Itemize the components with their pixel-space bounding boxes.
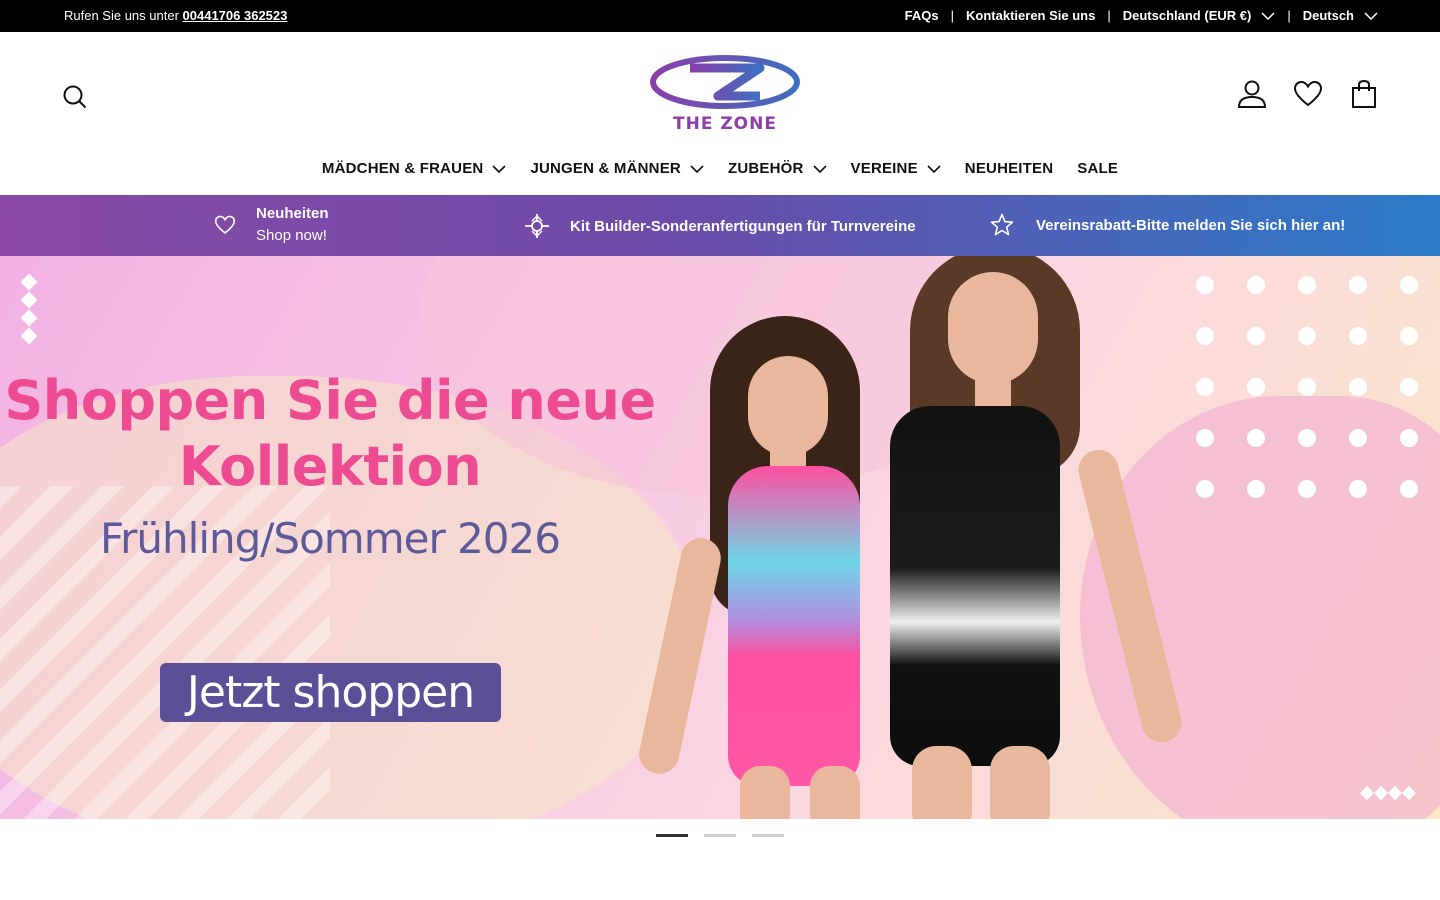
hero-headline: Shoppen Sie die neue Kollektion	[0, 368, 660, 500]
promo-text: Vereinsrabatt-Bitte melden Sie sich hier…	[1036, 216, 1346, 234]
top-utility-bar: Rufen Sie uns unter 00441706 362523 FAQs…	[0, 0, 1440, 32]
contact-link[interactable]: Kontaktieren Sie uns	[966, 8, 1095, 23]
currency-label: Deutschland (EUR €)	[1122, 8, 1252, 23]
account-button[interactable]	[1234, 76, 1270, 112]
site-header: THE ZONE MÄDCHEN & FRAUEN JUNGEN & MÄNNE…	[0, 32, 1440, 194]
slider-indicators	[656, 834, 784, 837]
chevron-down-icon	[927, 164, 941, 173]
nav-item-new[interactable]: NEUHEITEN	[965, 160, 1053, 177]
logo-text: THE ZONE	[673, 114, 777, 134]
promo-text: Kit Builder-Sonderanfertigungen für Turn…	[570, 217, 916, 235]
headline-line1: Shoppen Sie die neue	[4, 369, 656, 432]
utility-links: FAQs | Kontaktieren Sie uns | Deutschlan…	[905, 8, 1378, 23]
promo-text: Neuheiten Shop now!	[256, 203, 329, 247]
heart-icon	[1293, 80, 1323, 107]
nav-label: MÄDCHEN & FRAUEN	[321, 160, 484, 177]
hero-season: Frühling/Sommer 2026	[100, 514, 561, 563]
separator: |	[1287, 8, 1291, 23]
nav-item-clubs[interactable]: VEREINE	[851, 160, 941, 177]
kit-builder-icon	[525, 214, 549, 238]
nav-item-girls-women[interactable]: MÄDCHEN & FRAUEN	[322, 160, 507, 177]
search-button[interactable]	[58, 80, 92, 114]
decorative-diamonds	[20, 273, 40, 348]
promo-strip: Neuheiten Shop now! Kit Builder-Sonderan…	[0, 195, 1440, 256]
language-selector[interactable]: Deutsch	[1303, 8, 1378, 23]
site-logo[interactable]: THE ZONE	[648, 54, 802, 136]
main-navigation: MÄDCHEN & FRAUEN JUNGEN & MÄNNER ZUBEHÖR…	[0, 160, 1440, 177]
chevron-down-icon	[690, 164, 704, 173]
shop-now-button[interactable]: Jetzt shoppen	[160, 663, 501, 722]
nav-label: JUNGEN & MÄNNER	[530, 160, 681, 177]
phone-link[interactable]: 00441706 362523	[183, 8, 288, 23]
phone-prefix: Rufen Sie uns unter	[64, 8, 179, 23]
nav-item-boys-men[interactable]: JUNGEN & MÄNNER	[530, 160, 704, 177]
nav-item-sale[interactable]: SALE	[1077, 160, 1118, 177]
chevron-down-icon	[812, 164, 827, 173]
separator: |	[950, 8, 955, 23]
bag-icon	[1352, 79, 1376, 108]
headline-line2: Kollektion	[178, 435, 482, 498]
chevron-down-icon	[1364, 11, 1378, 20]
nav-label: SALE	[1077, 160, 1119, 177]
separator: |	[1107, 8, 1111, 23]
slide-indicator-2[interactable]	[704, 834, 736, 837]
account-icon	[1237, 80, 1267, 108]
hero-banner[interactable]: Shoppen Sie die neue Kollektion Frühling…	[0, 256, 1440, 819]
model-figure-right	[860, 256, 1186, 819]
promo-club-discount[interactable]: Vereinsrabatt-Bitte melden Sie sich hier…	[990, 213, 1345, 237]
star-icon	[990, 213, 1014, 236]
nav-label: NEUHEITEN	[964, 160, 1054, 177]
search-icon	[63, 85, 87, 109]
promo-new-arrivals[interactable]: Neuheiten Shop now!	[214, 203, 329, 247]
promo-subtitle: Shop now!	[256, 227, 327, 244]
phone-info: Rufen Sie uns unter 00441706 362523	[64, 8, 287, 23]
nav-label: VEREINE	[850, 160, 918, 177]
language-label: Deutsch	[1302, 8, 1354, 23]
slide-indicator-1[interactable]	[656, 834, 688, 837]
cart-button[interactable]	[1346, 76, 1382, 112]
faqs-link[interactable]: FAQs	[905, 8, 939, 23]
nav-label: ZUBEHÖR	[727, 160, 804, 177]
currency-selector[interactable]: Deutschland (EUR €)	[1123, 8, 1276, 23]
promo-title: Neuheiten	[256, 205, 329, 222]
decorative-diamonds	[1359, 785, 1417, 801]
heart-icon	[214, 215, 236, 234]
chevron-down-icon	[1261, 11, 1275, 20]
nav-item-accessories[interactable]: ZUBEHÖR	[728, 160, 827, 177]
zone-logo-icon	[650, 55, 800, 109]
chevron-down-icon	[492, 164, 507, 173]
slide-indicator-3[interactable]	[752, 834, 784, 837]
wishlist-button[interactable]	[1290, 76, 1326, 112]
decorative-dots	[1196, 276, 1418, 498]
promo-kit-builder[interactable]: Kit Builder-Sonderanfertigungen für Turn…	[524, 213, 916, 239]
